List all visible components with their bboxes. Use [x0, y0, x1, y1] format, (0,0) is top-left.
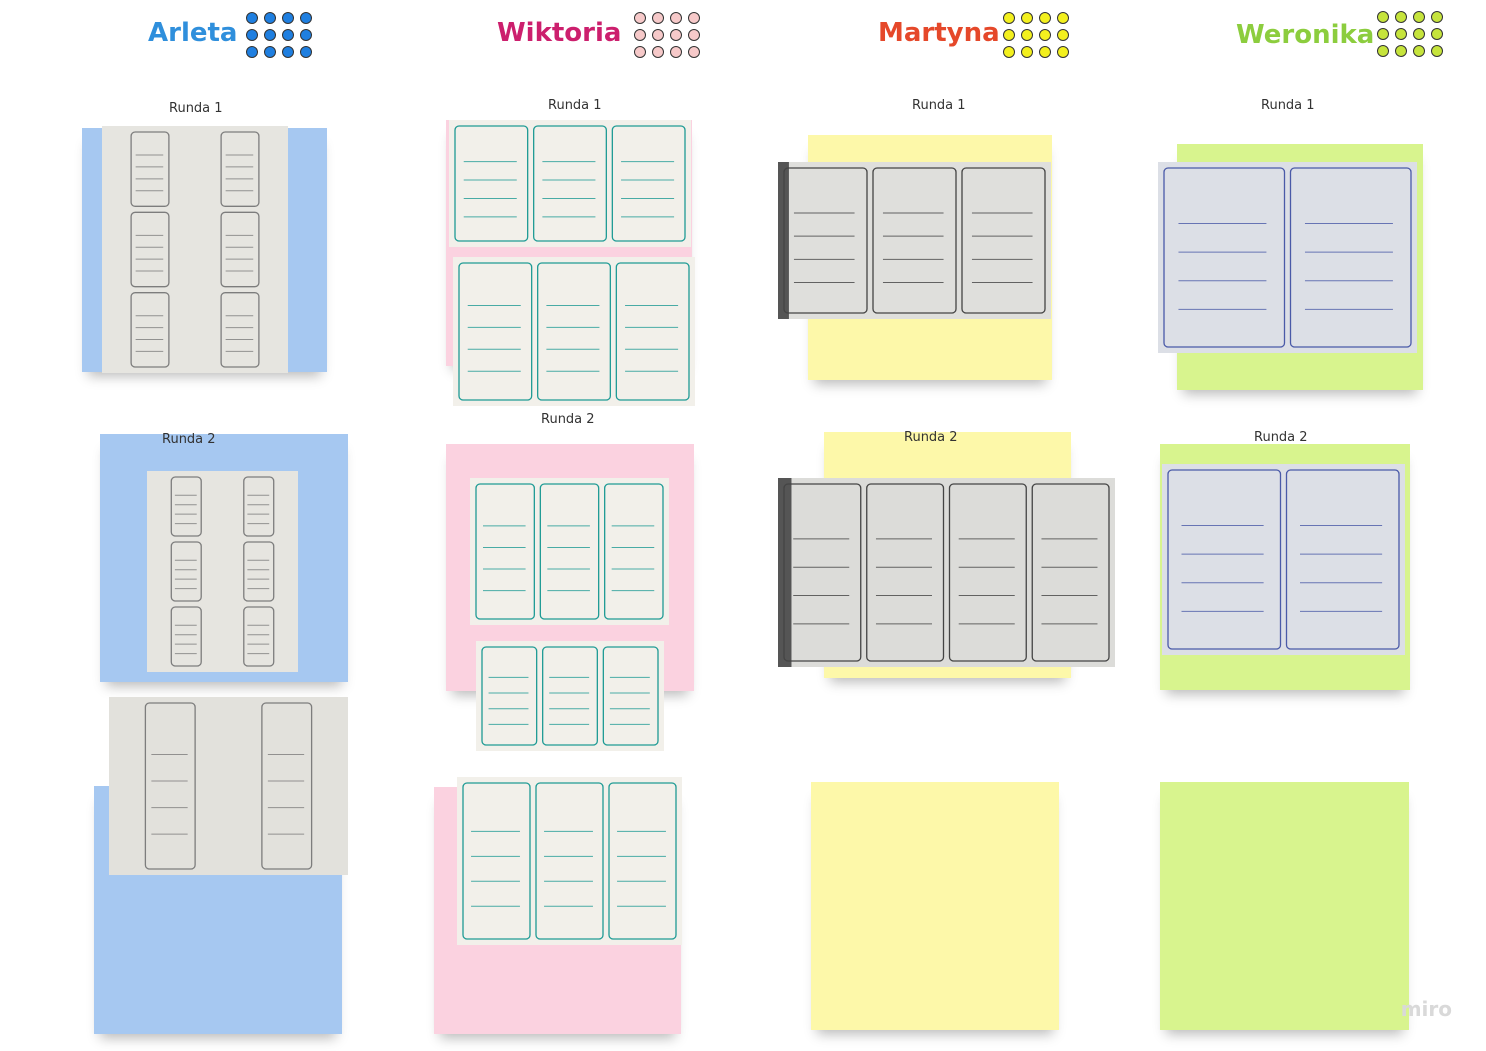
- dot: [688, 12, 700, 24]
- dot: [1413, 11, 1425, 23]
- round-label-martyna-2: Runda 2: [904, 430, 958, 445]
- miro-watermark: miro: [1400, 997, 1452, 1021]
- dots-martyna: [1003, 12, 1069, 58]
- sketch-photo-wiktoria-r1a[interactable]: [449, 120, 691, 247]
- sketch-photo-wiktoria-r1b[interactable]: [453, 257, 695, 406]
- dot: [1431, 45, 1443, 57]
- dot: [1377, 11, 1389, 23]
- dot: [1377, 45, 1389, 57]
- dots-arleta: [246, 12, 312, 58]
- sketch-photo-martyna-r1[interactable]: [778, 162, 1051, 319]
- dot: [246, 46, 258, 58]
- sketch-photo-arleta-r2b[interactable]: [109, 697, 348, 875]
- dot: [1021, 12, 1033, 24]
- name-weronika: Weronika: [1236, 20, 1375, 50]
- dot: [1057, 12, 1069, 24]
- dot: [300, 29, 312, 41]
- dot: [1021, 29, 1033, 41]
- dots-weronika: [1377, 11, 1443, 57]
- name-martyna: Martyna: [878, 18, 1000, 48]
- dot: [1413, 28, 1425, 40]
- dot: [264, 46, 276, 58]
- dot: [652, 46, 664, 58]
- dot: [1377, 28, 1389, 40]
- dot: [1039, 46, 1051, 58]
- dot: [688, 46, 700, 58]
- dot: [1057, 46, 1069, 58]
- sketch-photo-arleta-r2a[interactable]: [147, 471, 298, 672]
- sketch-photo-wiktoria-r2a[interactable]: [470, 478, 669, 625]
- sketch-photo-arleta-r1[interactable]: [102, 126, 288, 373]
- dot: [1431, 11, 1443, 23]
- dot: [634, 12, 646, 24]
- dot: [1431, 28, 1443, 40]
- dots-wiktoria: [634, 12, 700, 58]
- dot: [246, 29, 258, 41]
- dot: [1003, 29, 1015, 41]
- dot: [264, 29, 276, 41]
- dot: [1039, 12, 1051, 24]
- name-arleta: Arleta: [148, 18, 238, 48]
- dot: [652, 12, 664, 24]
- dot: [1395, 11, 1407, 23]
- dot: [1395, 28, 1407, 40]
- dot: [1003, 46, 1015, 58]
- round-label-wiktoria-1: Runda 1: [548, 98, 602, 113]
- dot: [1003, 12, 1015, 24]
- dot: [264, 12, 276, 24]
- round-label-weronika-1: Runda 1: [1261, 98, 1315, 113]
- dot: [670, 12, 682, 24]
- sticky-note-martyna-3[interactable]: [811, 782, 1059, 1030]
- sticky-note-weronika-3[interactable]: [1160, 782, 1409, 1030]
- dot: [1413, 45, 1425, 57]
- sketch-photo-weronika-r1[interactable]: [1158, 162, 1417, 353]
- dot: [1039, 29, 1051, 41]
- dot: [634, 46, 646, 58]
- sketch-photo-martyna-r2[interactable]: [778, 478, 1115, 667]
- name-wiktoria: Wiktoria: [497, 18, 622, 48]
- sketch-photo-wiktoria-r3[interactable]: [457, 777, 682, 945]
- dot: [282, 29, 294, 41]
- round-label-wiktoria-2: Runda 2: [541, 412, 595, 427]
- dot: [300, 12, 312, 24]
- dot: [670, 46, 682, 58]
- round-label-arleta-2: Runda 2: [162, 432, 216, 447]
- dot: [282, 12, 294, 24]
- round-label-weronika-2: Runda 2: [1254, 430, 1308, 445]
- round-label-martyna-1: Runda 1: [912, 98, 966, 113]
- dot: [652, 29, 664, 41]
- dot: [1395, 45, 1407, 57]
- dot: [1021, 46, 1033, 58]
- round-label-arleta-1: Runda 1: [169, 101, 223, 116]
- dot: [670, 29, 682, 41]
- dot: [282, 46, 294, 58]
- dot: [688, 29, 700, 41]
- dot: [246, 12, 258, 24]
- dot: [634, 29, 646, 41]
- dot: [1057, 29, 1069, 41]
- sketch-photo-weronika-r2[interactable]: [1162, 464, 1405, 655]
- dot: [300, 46, 312, 58]
- sketch-photo-wiktoria-r2b[interactable]: [476, 641, 664, 751]
